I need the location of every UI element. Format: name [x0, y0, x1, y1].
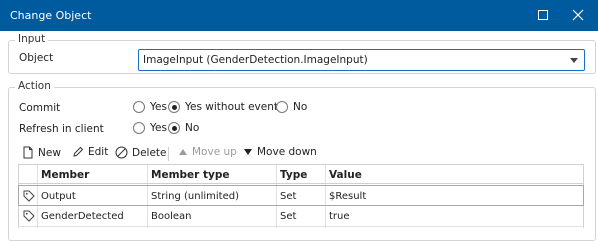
input-group: Input Object ImageInput (GenderDetection…: [8, 33, 596, 74]
chevron-down-icon: [570, 58, 578, 63]
cell-member-type: Boolean: [151, 211, 192, 222]
radio-icon: [133, 101, 145, 113]
object-label: Object: [19, 52, 54, 64]
new-button-label: New: [38, 146, 61, 159]
tag-icon: [23, 210, 35, 222]
edit-button-label: Edit: [88, 146, 109, 158]
move-up-button[interactable]: Move up: [178, 146, 237, 158]
column-header-value[interactable]: Value: [329, 169, 362, 181]
input-legend: Input: [15, 33, 49, 45]
cell-member-type: String (unlimited): [151, 191, 239, 202]
title-bar: Change Object: [0, 0, 598, 31]
commit-radio-yes[interactable]: Yes: [133, 101, 167, 113]
commit-radio-yes-without-events-label: Yes without events: [185, 101, 284, 113]
members-table: Member Member type Type Value Output Str…: [18, 164, 584, 228]
refresh-radio-yes-label: Yes: [150, 122, 167, 134]
triangle-down-icon: [244, 149, 252, 155]
delete-icon: [115, 146, 128, 159]
radio-selected-icon: [168, 122, 180, 134]
refresh-label: Refresh in client: [19, 123, 104, 135]
dialog-body: Input Object ImageInput (GenderDetection…: [0, 31, 598, 241]
cell-member: GenderDetected: [41, 211, 124, 222]
commit-radio-yes-label: Yes: [150, 101, 167, 113]
radio-icon: [133, 122, 145, 134]
delete-button-label: Delete: [132, 146, 167, 159]
triangle-up-icon: [179, 149, 187, 155]
column-header-member[interactable]: Member: [41, 169, 89, 181]
commit-radio-yes-without-events[interactable]: Yes without events: [168, 101, 283, 113]
cell-value: $Result: [329, 191, 367, 202]
action-legend: Action: [15, 80, 54, 92]
cell-type: Set: [280, 211, 297, 222]
maximize-icon: [538, 10, 548, 20]
new-document-icon: [23, 146, 33, 159]
table-header: Member Member type Type Value: [18, 164, 584, 184]
refresh-radio-no[interactable]: No: [168, 122, 199, 134]
refresh-radio-yes[interactable]: Yes: [133, 122, 167, 134]
new-button[interactable]: New: [22, 146, 61, 159]
edit-button[interactable]: Edit: [72, 146, 108, 158]
cell-type: Set: [280, 191, 297, 202]
window-title: Change Object: [10, 9, 92, 22]
refresh-radio-no-label: No: [185, 122, 200, 134]
cell-member: Output: [41, 191, 76, 202]
commit-radio-no-label: No: [293, 101, 308, 113]
commit-label: Commit: [19, 102, 61, 114]
toolbar-separator: [168, 147, 169, 161]
close-button[interactable]: [568, 6, 588, 24]
maximize-button[interactable]: [533, 6, 553, 24]
radio-icon: [276, 101, 288, 113]
column-header-member-type[interactable]: Member type: [151, 169, 229, 181]
column-header-type[interactable]: Type: [280, 169, 307, 181]
move-up-button-label: Move up: [192, 146, 237, 158]
cell-value: true: [329, 211, 350, 222]
delete-button[interactable]: Delete: [115, 146, 167, 159]
table-row[interactable]: GenderDetected Boolean Set true: [18, 206, 584, 227]
object-select[interactable]: ImageInput (GenderDetection.ImageInput): [138, 49, 585, 71]
commit-radio-no[interactable]: No: [276, 101, 307, 113]
object-select-value: ImageInput (GenderDetection.ImageInput): [143, 54, 368, 66]
table-row[interactable]: Output String (unlimited) Set $Result: [18, 185, 584, 206]
move-down-button-label: Move down: [257, 146, 317, 158]
close-icon: [572, 9, 584, 21]
tag-icon: [23, 190, 35, 202]
move-down-button[interactable]: Move down: [243, 146, 317, 158]
pencil-icon: [73, 146, 84, 157]
radio-selected-icon: [168, 101, 180, 113]
